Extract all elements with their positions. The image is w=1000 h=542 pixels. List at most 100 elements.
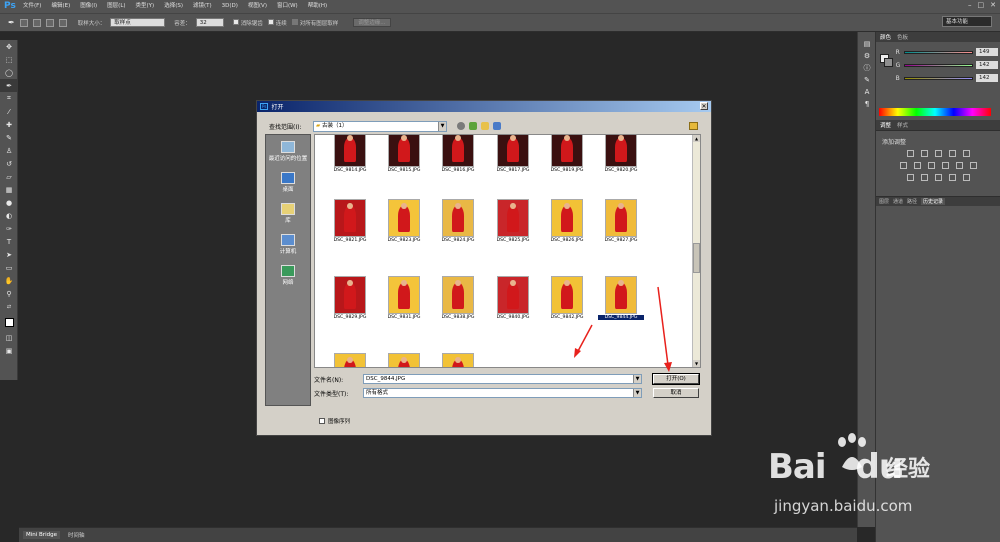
place-network[interactable]: 网络	[266, 265, 310, 286]
quick-select-tool-icon[interactable]: ✒	[0, 79, 18, 92]
threshold-icon[interactable]	[934, 174, 942, 181]
place-library[interactable]: 库	[266, 203, 310, 224]
all-layers-option[interactable]: 对所有图层取样	[291, 18, 338, 27]
r-slider[interactable]	[904, 50, 973, 54]
minimize-icon[interactable]: –	[968, 1, 972, 9]
dodge-tool-icon[interactable]: ◐	[0, 209, 18, 222]
foreground-color-icon[interactable]	[0, 313, 18, 331]
info-panel-icon[interactable]: ⓘ	[858, 62, 876, 74]
contiguous-checkbox[interactable]	[267, 18, 274, 25]
exposure-icon[interactable]	[948, 150, 956, 157]
sample-size-select[interactable]: 取样点	[110, 18, 166, 27]
zoom-tool-icon[interactable]: ⚲	[0, 287, 18, 300]
file-thumbnail[interactable]: DSC_9815.JPG	[381, 135, 427, 173]
eraser-tool-icon[interactable]: ▱	[0, 170, 18, 183]
menu-item[interactable]: 3D(D)	[217, 0, 243, 13]
add-selection-icon[interactable]	[32, 18, 41, 27]
workspace-select[interactable]: 基本功能	[942, 16, 992, 27]
file-thumbnail[interactable]: DSC_9816.JPG	[435, 135, 481, 173]
type-tool-icon[interactable]: T	[0, 235, 18, 248]
view-menu-icon[interactable]	[493, 122, 501, 130]
file-thumbnail[interactable]: DSC_9824.JPG	[435, 199, 481, 243]
screen-mode-icon[interactable]: ▣	[0, 344, 18, 357]
menu-item[interactable]: 图像(I)	[75, 0, 102, 13]
g-value[interactable]: 142	[976, 61, 998, 69]
menu-item[interactable]: 滤镜(T)	[188, 0, 217, 13]
antialias-checkbox[interactable]	[232, 18, 239, 25]
vibrance-icon[interactable]	[962, 150, 970, 157]
cancel-button[interactable]: 取消	[653, 388, 699, 398]
intersect-selection-icon[interactable]	[58, 18, 67, 27]
filetype-select[interactable]: 所有格式 ▼	[363, 388, 642, 398]
hue-sat-icon[interactable]	[899, 162, 907, 169]
gradient-map-icon[interactable]	[948, 174, 956, 181]
pen-tool-icon[interactable]: ✑	[0, 222, 18, 235]
place-recent[interactable]: 最近访问的位置	[266, 141, 310, 162]
all-layers-checkbox[interactable]	[291, 18, 298, 25]
scroll-down-icon[interactable]: ▼	[693, 360, 700, 367]
file-thumbnail[interactable]: DSC_9838.JPG	[435, 276, 481, 320]
healing-tool-icon[interactable]: ✚	[0, 118, 18, 131]
b-value[interactable]: 142	[976, 74, 998, 82]
file-thumbnail[interactable]: DSC_9819.JPG	[544, 135, 590, 173]
tab-swatches[interactable]: 色板	[897, 33, 908, 41]
lookin-select[interactable]: ▰ 古装（1） ▼	[313, 121, 447, 132]
antialias-option[interactable]: 消除锯齿	[232, 18, 263, 27]
file-thumbnail[interactable]: DSC_9826.JPG	[544, 199, 590, 243]
dialog-close-icon[interactable]: ✕	[700, 102, 708, 110]
file-thumbnail[interactable]: DSC_9840.JPG	[490, 276, 536, 320]
tab-adjustments[interactable]: 调整	[880, 121, 891, 129]
menu-item[interactable]: 编辑(E)	[46, 0, 75, 13]
posterize-icon[interactable]	[920, 174, 928, 181]
new-folder-icon[interactable]	[481, 122, 489, 130]
image-sequence-option[interactable]: 图像序列	[319, 417, 350, 425]
tab-timeline[interactable]: 时间轴	[68, 531, 85, 539]
tab-paths[interactable]: 路径	[907, 198, 917, 205]
brush-panel-icon[interactable]: ✎	[858, 74, 876, 86]
selective-color-icon[interactable]	[962, 174, 970, 181]
properties-panel-icon[interactable]: ⚙	[858, 50, 876, 62]
curves-icon[interactable]	[934, 150, 942, 157]
quick-select-icon[interactable]: ✒	[8, 18, 15, 27]
move-tool-icon[interactable]: ✥	[0, 40, 18, 53]
menu-item[interactable]: 文件(F)	[18, 0, 46, 13]
marquee-tool-icon[interactable]: ⬚	[0, 53, 18, 66]
menu-item[interactable]: 类型(Y)	[131, 0, 160, 13]
tab-color[interactable]: 颜色	[880, 33, 891, 41]
new-selection-icon[interactable]	[19, 18, 28, 27]
subtract-selection-icon[interactable]	[45, 18, 54, 27]
close-icon[interactable]: ✕	[990, 1, 996, 9]
eyedropper-tool-icon[interactable]: ⁄	[0, 105, 18, 118]
tab-layers[interactable]: 图层	[879, 198, 889, 205]
brightness-icon[interactable]	[906, 150, 914, 157]
black-white-icon[interactable]	[927, 162, 935, 169]
file-thumbnail[interactable]: DSC_9821.JPG	[327, 199, 373, 243]
char-panel-icon[interactable]: A	[858, 86, 876, 98]
filename-input[interactable]: DSC_9844.JPG ▼	[363, 374, 642, 384]
history-brush-icon[interactable]: ↺	[0, 157, 18, 170]
shape-tool-icon[interactable]: ▭	[0, 261, 18, 274]
color-spectrum[interactable]	[879, 108, 991, 116]
menu-item[interactable]: 帮助(H)	[303, 0, 332, 13]
menu-item[interactable]: 窗口(W)	[272, 0, 303, 13]
color-lookup-icon[interactable]	[969, 162, 977, 169]
menu-item[interactable]: 选择(S)	[159, 0, 188, 13]
stamp-tool-icon[interactable]: ♙	[0, 144, 18, 157]
file-thumbnail[interactable]: DSC_9827.JPG	[598, 199, 644, 243]
filetype-dropdown-icon[interactable]: ▼	[633, 389, 641, 397]
lasso-tool-icon[interactable]: ◯	[0, 66, 18, 79]
levels-icon[interactable]	[920, 150, 928, 157]
scroll-up-icon[interactable]: ▲	[693, 135, 700, 142]
scroll-thumb[interactable]	[693, 243, 700, 273]
file-thumbnail[interactable]: DSC_9831.JPG	[381, 276, 427, 320]
file-thumbnail[interactable]	[381, 353, 427, 367]
back-icon[interactable]	[457, 122, 465, 130]
hand-tool-icon[interactable]: ✋	[0, 274, 18, 287]
folder-yellow-icon[interactable]	[689, 122, 698, 130]
place-computer[interactable]: 计算机	[266, 234, 310, 255]
photo-filter-icon[interactable]	[941, 162, 949, 169]
file-thumbnail[interactable]: DSC_9823.JPG	[381, 199, 427, 243]
open-button[interactable]: 打开(O)	[652, 373, 700, 385]
tolerance-input[interactable]: 32	[195, 18, 224, 27]
file-thumbnail[interactable]: DSC_9820.JPG	[598, 135, 644, 173]
